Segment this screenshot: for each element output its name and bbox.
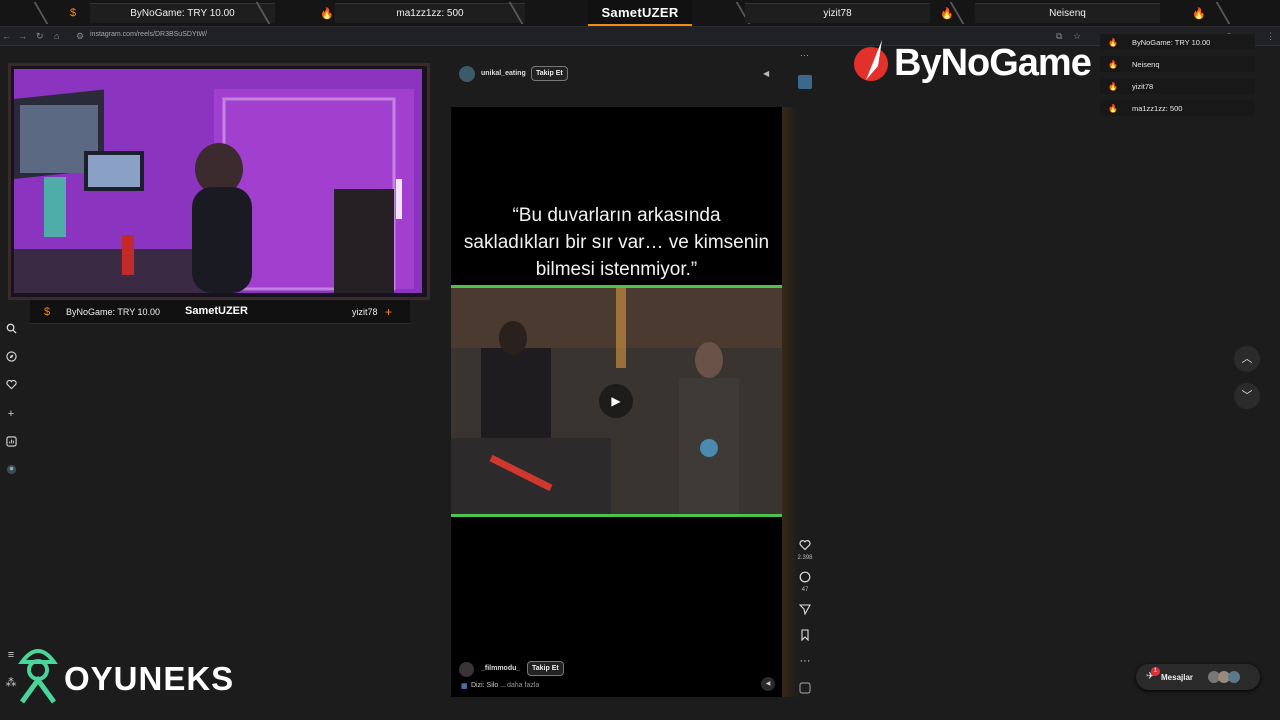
overlay-streamer-name: SametUZER xyxy=(588,0,692,26)
mute-icon[interactable]: ◀ xyxy=(763,69,769,78)
fire-icon: 🔥 xyxy=(1108,81,1118,91)
webcam-feed xyxy=(14,69,422,293)
fire-icon: 🔥 xyxy=(320,8,334,20)
fire-icon: 🔥 xyxy=(940,8,954,20)
overlay-follower: yizit78 xyxy=(745,3,930,23)
webcam-donation: ByNoGame: TRY 10.00 xyxy=(66,307,161,317)
more-options-icon[interactable]: ··· xyxy=(800,50,809,60)
messages-label: Mesajlar xyxy=(1161,673,1194,682)
fire-icon: 🔥 xyxy=(1192,8,1206,20)
forward-icon[interactable]: → xyxy=(18,31,27,41)
avatar xyxy=(1228,671,1240,683)
messages-button[interactable]: ✈ 1 Mesajlar xyxy=(1136,664,1260,690)
chat-item: 🔥 yizit78 xyxy=(1100,78,1255,94)
chat-item: 🔥 ma1zz1zz: 500 xyxy=(1100,100,1255,116)
webcam-streamer-name: SametUZER xyxy=(185,305,248,317)
like-heart-icon[interactable] xyxy=(797,539,813,554)
profile-avatar-icon[interactable] xyxy=(4,464,18,478)
menu-icon[interactable]: ⋮ xyxy=(1266,31,1275,42)
audio-thumbnail-icon[interactable] xyxy=(797,682,813,697)
fire-icon: 🔥 xyxy=(1108,103,1118,113)
overlay-subscriber: Neisenq xyxy=(975,3,1160,23)
reel-author-avatar[interactable] xyxy=(459,662,474,677)
webcam-info-bar: $ ByNoGame: TRY 10.00 SametUZER yizit78 … xyxy=(30,300,410,324)
divider xyxy=(1215,2,1249,24)
reel-follow-button[interactable]: Takip Et xyxy=(527,661,564,676)
previous-reel-button[interactable]: ︿ xyxy=(1234,346,1260,372)
caption-line: “Bu duvarların arkasında xyxy=(512,205,721,226)
home-icon[interactable]: ⌂ xyxy=(54,31,59,41)
heart-icon[interactable] xyxy=(4,379,18,393)
reel-header: unikal_eating Takip Et ◀ xyxy=(451,60,783,88)
overlay-top-bit: ma1zz1zz: 500 xyxy=(335,3,525,23)
oyuneks-wordmark: OYUNEKS xyxy=(64,660,235,697)
dashboard-icon[interactable] xyxy=(4,436,18,450)
author-avatar[interactable] xyxy=(459,66,475,82)
next-reel-button[interactable]: ﹀ xyxy=(1234,383,1260,409)
overlay-donation: ByNoGame: TRY 10.00 xyxy=(90,3,275,23)
thumbnail-icon[interactable] xyxy=(798,75,812,89)
url-field[interactable]: instagram.com/reels/DR3BSuSDYtW/ xyxy=(90,31,207,38)
dollar-icon: $ xyxy=(70,7,77,19)
chat-item-text: ma1zz1zz: 500 xyxy=(1131,103,1183,113)
volume-icon[interactable]: ◀ xyxy=(761,677,775,691)
chat-item-text: yizit78 xyxy=(1131,81,1154,91)
reel-caption: “Bu duvarların arkasında sakladıkları bi… xyxy=(451,202,782,283)
reload-icon[interactable]: ↻ xyxy=(36,31,44,42)
chat-item: 🔥 ByNoGame: TRY 10.00 xyxy=(1100,34,1255,50)
search-icon[interactable] xyxy=(4,323,18,337)
plus-icon: + xyxy=(385,305,393,319)
reel-description: Dizi: Silo ... xyxy=(471,682,507,689)
dollar-icon: $ xyxy=(44,306,51,318)
caption-line: sakladıkları bir sır var… ve kimsenin xyxy=(463,232,770,253)
stream-overlay-bar: $ ByNoGame: TRY 10.00 🔥 ma1zz1zz: 500 Sa… xyxy=(0,0,1280,27)
play-button[interactable]: ▶ xyxy=(599,384,633,418)
reel-video[interactable]: “Bu duvarların arkasında sakladıkları bi… xyxy=(451,107,782,697)
chat-item-text: Neisenq xyxy=(1131,59,1160,69)
bynogame-wordmark: ByNoGame xyxy=(894,42,1092,84)
site-info-icon[interactable]: ⚙ xyxy=(76,31,84,42)
fire-icon: 🔥 xyxy=(1108,37,1118,47)
more-link[interactable]: daha fazla xyxy=(507,682,539,689)
follow-button[interactable]: Takip Et xyxy=(531,66,568,81)
webcam-follower: yizit78 xyxy=(352,307,378,317)
messages-badge: 1 xyxy=(1151,667,1160,676)
caption-line: bilmesi istenmiyor.” xyxy=(535,259,698,280)
video-scene: ▶ xyxy=(451,288,782,514)
author-username[interactable]: unikal_eating xyxy=(481,70,526,77)
like-count: 2.398 xyxy=(797,555,813,561)
back-icon[interactable]: ← xyxy=(2,31,11,41)
oyuneks-logo: OYUNEKS xyxy=(14,638,244,708)
divider xyxy=(33,2,67,24)
share-icon[interactable] xyxy=(797,603,813,618)
more-icon[interactable]: ··· xyxy=(797,655,813,667)
comment-icon[interactable] xyxy=(797,571,813,586)
reel-author-name[interactable]: _filmmodu_ xyxy=(481,665,520,672)
description-icon: ▦ xyxy=(461,683,468,690)
chat-item: 🔥 Neisenq xyxy=(1100,56,1255,72)
bynogame-logo: ByNoGame xyxy=(852,38,1092,88)
save-bookmark-icon[interactable] xyxy=(797,629,813,644)
create-plus-icon[interactable]: + xyxy=(4,407,18,421)
explore-icon[interactable] xyxy=(4,351,18,365)
fire-icon: 🔥 xyxy=(1108,59,1118,69)
chat-item-text: ByNoGame: TRY 10.00 xyxy=(1131,37,1211,47)
green-border-bottom xyxy=(451,514,782,517)
comment-count: 47 xyxy=(801,587,809,593)
